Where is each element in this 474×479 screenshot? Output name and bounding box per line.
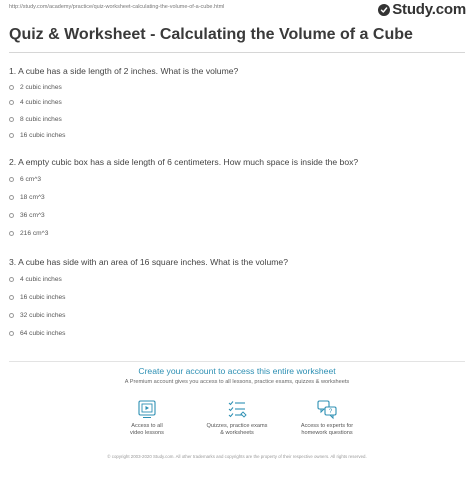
expert-chat-icon: ? bbox=[272, 398, 382, 420]
question-1-option-1[interactable]: 2 cubic inches bbox=[9, 84, 62, 91]
radio-button[interactable] bbox=[9, 277, 14, 282]
radio-button[interactable] bbox=[9, 331, 14, 336]
study-logo[interactable]: Study.com bbox=[378, 1, 466, 18]
question-2-option-2[interactable]: 18 cm^3 bbox=[9, 194, 45, 201]
option-label: 32 cubic inches bbox=[20, 312, 66, 319]
question-2-option-3[interactable]: 36 cm^3 bbox=[9, 212, 45, 219]
option-label: 4 cubic inches bbox=[20, 99, 62, 106]
feature-line-2: homework questions bbox=[301, 430, 353, 436]
question-3-option-4[interactable]: 64 cubic inches bbox=[9, 330, 65, 337]
radio-button[interactable] bbox=[9, 85, 14, 90]
radio-button[interactable] bbox=[9, 177, 14, 182]
copyright-notice: © copyright 2003-2020 Study.com. All oth… bbox=[107, 454, 367, 459]
promo-divider bbox=[9, 361, 465, 362]
option-label: 64 cubic inches bbox=[20, 330, 66, 337]
radio-button[interactable] bbox=[9, 117, 14, 122]
promo-title[interactable]: Create your account to access this entir… bbox=[0, 366, 474, 376]
option-label: 4 cubic inches bbox=[20, 276, 62, 283]
option-label: 2 cubic inches bbox=[20, 84, 62, 91]
question-2: 2. A empty cubic box has a side length o… bbox=[9, 157, 359, 167]
radio-button[interactable] bbox=[9, 133, 14, 138]
study-logo-text: Study.com bbox=[392, 1, 466, 18]
question-2-option-1[interactable]: 6 cm^3 bbox=[9, 176, 41, 183]
option-label: 18 cm^3 bbox=[20, 194, 45, 201]
page-url: http://study.com/academy/practice/quiz-w… bbox=[9, 4, 225, 10]
radio-button[interactable] bbox=[9, 100, 14, 105]
radio-button[interactable] bbox=[9, 195, 14, 200]
page-title: Quiz & Worksheet - Calculating the Volum… bbox=[9, 26, 413, 43]
option-label: 36 cm^3 bbox=[20, 212, 45, 219]
question-1: 1. A cube has a side length of 2 inches.… bbox=[9, 66, 239, 76]
question-1-option-4[interactable]: 16 cubic inches bbox=[9, 132, 65, 139]
feature-label: Access to experts for homework questions bbox=[272, 423, 382, 437]
feature-experts: ? Access to experts for homework questio… bbox=[272, 398, 382, 437]
radio-button[interactable] bbox=[9, 313, 14, 318]
title-divider bbox=[9, 52, 465, 53]
option-label: 8 cubic inches bbox=[20, 116, 62, 123]
question-2-option-4[interactable]: 216 cm^3 bbox=[9, 230, 48, 237]
radio-button[interactable] bbox=[9, 295, 14, 300]
option-label: 216 cm^3 bbox=[20, 230, 49, 237]
study-logo-icon bbox=[378, 3, 391, 16]
radio-button[interactable] bbox=[9, 231, 14, 236]
question-3-option-1[interactable]: 4 cubic inches bbox=[9, 276, 62, 283]
question-3-option-3[interactable]: 32 cubic inches bbox=[9, 312, 65, 319]
question-1-option-2[interactable]: 4 cubic inches bbox=[9, 99, 62, 106]
question-1-option-3[interactable]: 8 cubic inches bbox=[9, 116, 62, 123]
feature-line-1: Access to experts for bbox=[300, 423, 354, 429]
option-label: 6 cm^3 bbox=[20, 176, 42, 183]
option-label: 16 cubic inches bbox=[20, 132, 66, 139]
question-3-option-2[interactable]: 16 cubic inches bbox=[9, 294, 65, 301]
option-label: 16 cubic inches bbox=[20, 294, 66, 301]
promo-subtitle: A Premium account gives you access to al… bbox=[124, 379, 350, 385]
radio-button[interactable] bbox=[9, 213, 14, 218]
question-3: 3. A cube has side with an area of 16 sq… bbox=[9, 257, 288, 267]
